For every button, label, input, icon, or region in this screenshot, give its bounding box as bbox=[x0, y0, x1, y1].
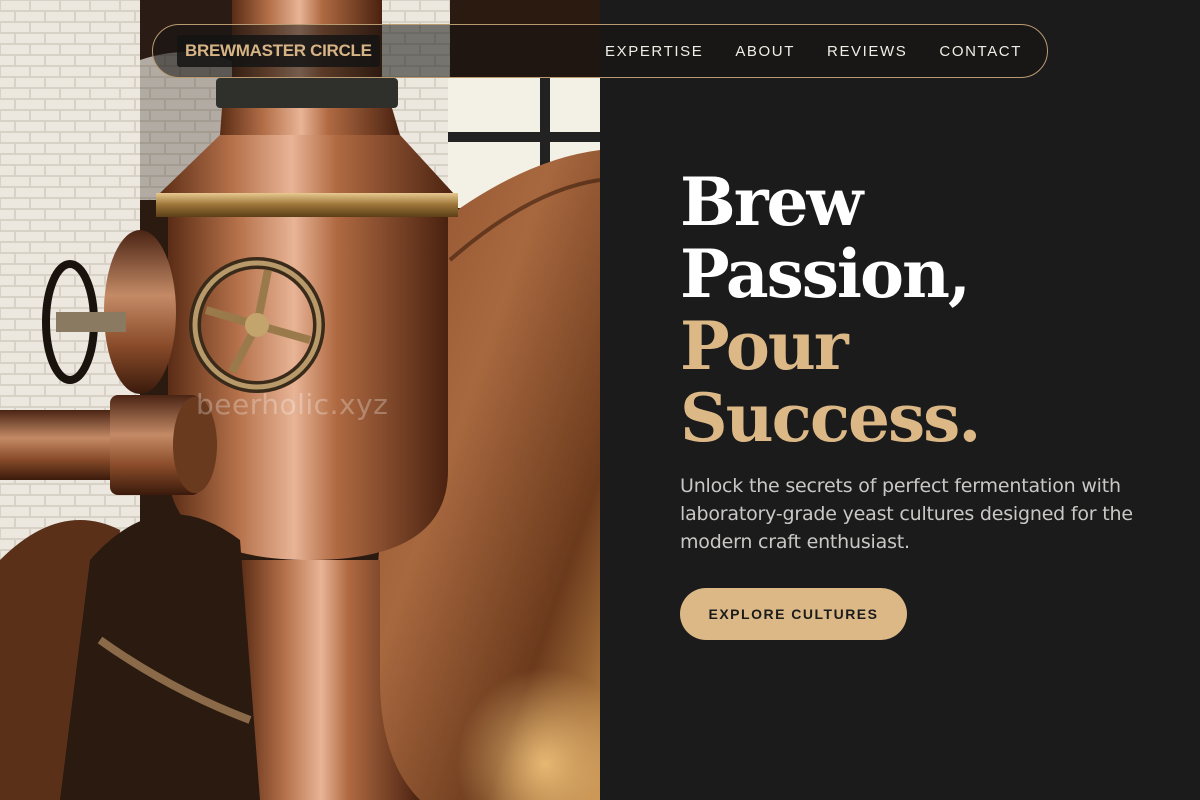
hero-headline: Brew Passion, Pour Success. bbox=[680, 163, 981, 457]
nav-link-about[interactable]: ABOUT bbox=[735, 43, 795, 60]
explore-cultures-button[interactable]: EXPLORE CULTURES bbox=[680, 588, 907, 640]
nav-links: EXPERTISE ABOUT REVIEWS CONTACT bbox=[605, 43, 1022, 60]
top-navigation: BREWMASTER CIRCLE EXPERTISE ABOUT REVIEW… bbox=[152, 24, 1048, 78]
headline-line-1: Brew bbox=[680, 163, 863, 241]
headline-line-2: Passion, bbox=[680, 235, 971, 313]
headline-line-3: Pour bbox=[680, 307, 849, 385]
nav-link-contact[interactable]: CONTACT bbox=[939, 43, 1022, 60]
brand-logo[interactable]: BREWMASTER CIRCLE bbox=[177, 35, 380, 67]
hero-image-copper-kettle: beerholic.xyz bbox=[0, 0, 600, 800]
headline-line-4: Success. bbox=[680, 379, 981, 457]
watermark: beerholic.xyz bbox=[196, 388, 389, 421]
nav-link-reviews[interactable]: REVIEWS bbox=[827, 43, 907, 60]
hero-subtitle: Unlock the secrets of perfect fermentati… bbox=[680, 475, 1133, 553]
nav-link-expertise[interactable]: EXPERTISE bbox=[605, 43, 703, 60]
